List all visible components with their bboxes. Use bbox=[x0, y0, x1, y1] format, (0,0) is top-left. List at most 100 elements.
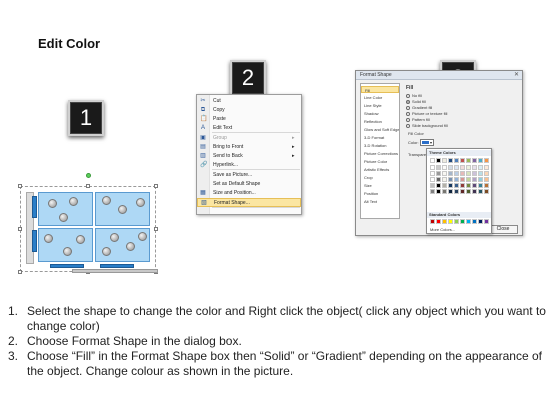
color-swatch[interactable] bbox=[484, 171, 489, 176]
color-swatch[interactable] bbox=[448, 183, 453, 188]
rotation-handle[interactable] bbox=[86, 173, 91, 178]
radio-button[interactable] bbox=[406, 93, 410, 98]
color-swatch[interactable] bbox=[460, 158, 465, 163]
radio-button[interactable] bbox=[406, 123, 410, 128]
fill-option-slide-background-fill[interactable]: Slide background fill bbox=[406, 123, 466, 129]
color-swatch[interactable] bbox=[472, 183, 477, 188]
category-picture-color[interactable]: Picture Color bbox=[361, 158, 399, 165]
color-swatch[interactable] bbox=[436, 165, 441, 170]
menu-item-cut[interactable]: ✂ Cut bbox=[197, 97, 301, 106]
color-swatch[interactable] bbox=[436, 189, 441, 194]
color-swatch[interactable] bbox=[460, 165, 465, 170]
menu-item-hyperlink[interactable]: 🔗 Hyperlink... bbox=[197, 161, 301, 170]
color-swatch[interactable] bbox=[442, 171, 447, 176]
category-3-d-format[interactable]: 3-D Format bbox=[361, 134, 399, 141]
color-swatch[interactable] bbox=[460, 219, 465, 224]
category-line-style[interactable]: Line Style bbox=[361, 102, 399, 109]
color-swatch[interactable] bbox=[478, 183, 483, 188]
color-swatch[interactable] bbox=[454, 171, 459, 176]
category-size[interactable]: Size bbox=[361, 182, 399, 189]
color-swatch[interactable] bbox=[442, 189, 447, 194]
color-swatch[interactable] bbox=[478, 165, 483, 170]
menu-item-set-as-default-shape[interactable]: Set as Default Shape bbox=[197, 180, 301, 189]
resize-handle-sw[interactable] bbox=[18, 270, 22, 274]
resize-handle-e[interactable] bbox=[154, 227, 158, 231]
menu-item-format-shape[interactable]: ▧ Format Shape... bbox=[197, 198, 301, 207]
color-swatch[interactable] bbox=[430, 177, 435, 182]
color-swatch[interactable] bbox=[430, 219, 435, 224]
color-swatch[interactable] bbox=[448, 158, 453, 163]
color-swatch[interactable] bbox=[454, 183, 459, 188]
color-swatch[interactable] bbox=[442, 219, 447, 224]
menu-item-copy[interactable]: ⧉ Copy bbox=[197, 106, 301, 115]
resize-handle-n[interactable] bbox=[86, 184, 90, 188]
category-position[interactable]: Position bbox=[361, 190, 399, 197]
resize-handle-w[interactable] bbox=[18, 227, 22, 231]
color-swatch[interactable] bbox=[472, 158, 477, 163]
color-swatch[interactable] bbox=[478, 171, 483, 176]
color-swatch[interactable] bbox=[460, 189, 465, 194]
color-swatch[interactable] bbox=[484, 183, 489, 188]
radio-button[interactable] bbox=[406, 105, 410, 110]
color-swatch[interactable] bbox=[448, 219, 453, 224]
color-swatch[interactable] bbox=[460, 171, 465, 176]
resize-handle-ne[interactable] bbox=[154, 184, 158, 188]
color-swatch[interactable] bbox=[460, 177, 465, 182]
color-swatch[interactable] bbox=[472, 177, 477, 182]
menu-item-save-as-picture[interactable]: Save as Picture... bbox=[197, 171, 301, 180]
color-swatch[interactable] bbox=[466, 189, 471, 194]
category-alt-text[interactable]: Alt Text bbox=[361, 198, 399, 205]
close-button[interactable]: Close bbox=[488, 225, 518, 234]
color-swatch[interactable] bbox=[454, 165, 459, 170]
resize-handle-nw[interactable] bbox=[18, 184, 22, 188]
color-swatch[interactable] bbox=[454, 219, 459, 224]
color-swatch[interactable] bbox=[484, 219, 489, 224]
color-swatch[interactable] bbox=[466, 165, 471, 170]
color-swatch[interactable] bbox=[448, 189, 453, 194]
color-swatch[interactable] bbox=[484, 189, 489, 194]
color-swatch[interactable] bbox=[466, 177, 471, 182]
color-swatch[interactable] bbox=[442, 177, 447, 182]
color-swatch[interactable] bbox=[466, 171, 471, 176]
color-swatch[interactable] bbox=[454, 158, 459, 163]
category-picture-corrections[interactable]: Picture Corrections bbox=[361, 150, 399, 157]
color-swatch[interactable] bbox=[472, 189, 477, 194]
menu-item-send-to-back[interactable]: ▥ Send to Back ▸ bbox=[197, 152, 301, 161]
color-swatch[interactable] bbox=[454, 177, 459, 182]
color-swatch[interactable] bbox=[448, 171, 453, 176]
radio-button[interactable] bbox=[406, 111, 410, 116]
color-swatch[interactable] bbox=[478, 189, 483, 194]
color-swatch[interactable] bbox=[466, 158, 471, 163]
menu-item-bring-to-front[interactable]: ▤ Bring to Front ▸ bbox=[197, 143, 301, 152]
color-swatch[interactable] bbox=[478, 158, 483, 163]
color-swatch[interactable] bbox=[472, 171, 477, 176]
color-swatch[interactable] bbox=[442, 165, 447, 170]
category-shadow[interactable]: Shadow bbox=[361, 110, 399, 117]
color-swatch[interactable] bbox=[436, 171, 441, 176]
color-swatch[interactable] bbox=[484, 177, 489, 182]
color-swatch[interactable] bbox=[466, 219, 471, 224]
color-swatch[interactable] bbox=[436, 219, 441, 224]
category-crop[interactable]: Crop bbox=[361, 174, 399, 181]
color-swatch[interactable] bbox=[430, 183, 435, 188]
category-fill[interactable]: Fill bbox=[361, 86, 399, 93]
color-picker-button[interactable]: ▾ bbox=[420, 139, 434, 146]
color-swatch[interactable] bbox=[478, 219, 483, 224]
color-swatch[interactable] bbox=[484, 165, 489, 170]
close-icon[interactable]: ✕ bbox=[514, 71, 519, 80]
radio-button[interactable] bbox=[406, 99, 410, 104]
menu-item-size-and-position[interactable]: ▦ Size and Position... bbox=[197, 189, 301, 198]
color-swatch[interactable] bbox=[436, 158, 441, 163]
color-swatch[interactable] bbox=[442, 158, 447, 163]
color-swatch[interactable] bbox=[466, 183, 471, 188]
color-swatch[interactable] bbox=[436, 177, 441, 182]
color-swatch[interactable] bbox=[472, 165, 477, 170]
color-swatch[interactable] bbox=[454, 189, 459, 194]
selected-shape-group[interactable] bbox=[18, 173, 160, 276]
radio-button[interactable] bbox=[406, 117, 410, 122]
category-reflection[interactable]: Reflection bbox=[361, 118, 399, 125]
color-swatch[interactable] bbox=[484, 158, 489, 163]
color-swatch[interactable] bbox=[478, 177, 483, 182]
menu-item-paste[interactable]: 📋 Paste bbox=[197, 115, 301, 124]
color-swatch[interactable] bbox=[472, 219, 477, 224]
